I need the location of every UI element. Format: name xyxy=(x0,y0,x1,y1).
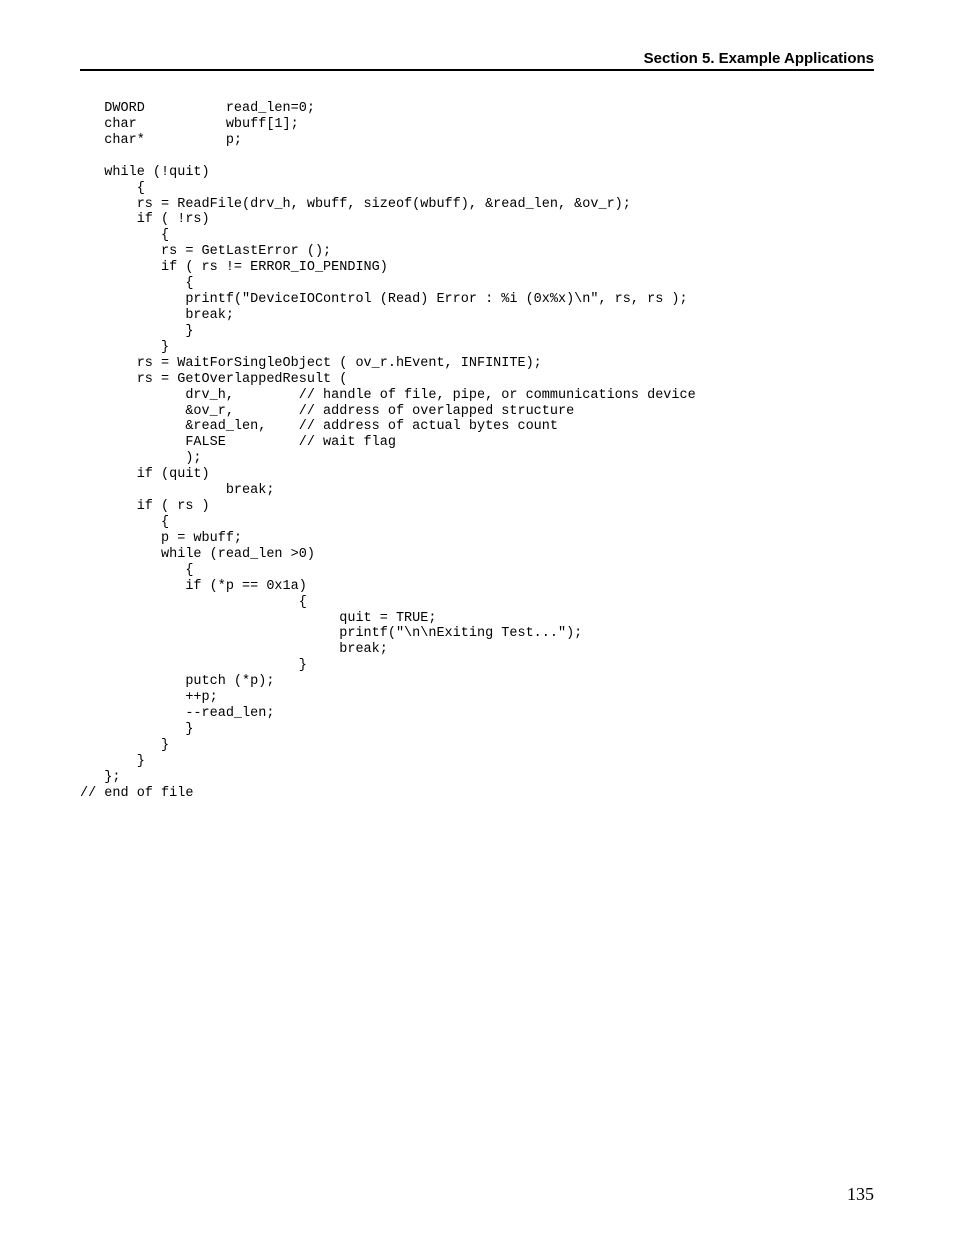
page: Section 5. Example Applications DWORD re… xyxy=(0,0,954,1235)
page-header: Section 5. Example Applications xyxy=(80,50,874,71)
code-block: DWORD read_len=0; char wbuff[1]; char* p… xyxy=(80,101,874,802)
page-number: 135 xyxy=(847,1184,874,1205)
